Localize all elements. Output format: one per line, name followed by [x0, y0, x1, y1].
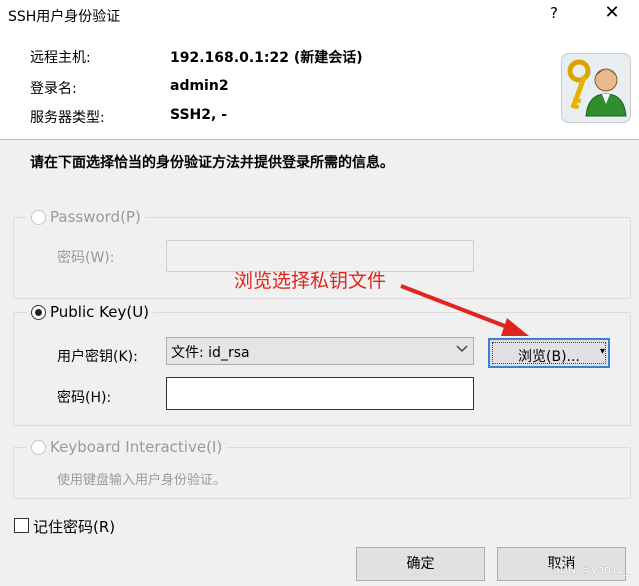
- publickey-radio-label: Public Key(U): [50, 303, 150, 321]
- server-type-label: 服务器类型:: [30, 110, 105, 126]
- ok-button[interactable]: 确定: [356, 547, 485, 581]
- remote-host-label: 远程主机:: [30, 50, 91, 66]
- browse-button-label: 浏览(B)...: [518, 349, 580, 365]
- passphrase-label: 密码(H):: [57, 390, 112, 406]
- password-radio-label: Password(P): [50, 208, 141, 226]
- user-key-label: 用户密钥(K):: [57, 349, 138, 365]
- server-type-value: SSH2, -: [170, 107, 227, 123]
- password-radio-option[interactable]: Password(P): [27, 208, 145, 226]
- password-field-label: 密码(W):: [57, 250, 115, 266]
- close-button[interactable]: ✕: [597, 2, 627, 26]
- keyboard-interactive-radio-label: Keyboard Interactive(I): [50, 438, 223, 456]
- window-title: SSH用户身份验证: [8, 9, 121, 25]
- annotation-text: 浏览选择私钥文件: [234, 270, 387, 292]
- login-name-label: 登录名:: [30, 81, 77, 97]
- remember-password-label: 记住密码(R): [33, 518, 116, 536]
- remote-host-value: 192.168.0.1:22 (新建会话): [170, 50, 363, 66]
- browse-button[interactable]: 浏览(B)... ▾: [488, 338, 610, 368]
- annotation-arrow: [400, 284, 529, 336]
- session-info-panel: 远程主机: 192.168.0.1:22 (新建会话) 登录名: admin2 …: [0, 30, 639, 139]
- header-separator: [0, 139, 639, 140]
- keyboard-interactive-radio[interactable]: [31, 439, 46, 455]
- instruction-text: 请在下面选择恰当的身份验证方法并提供登录所需的信息。: [30, 155, 394, 171]
- keyboard-interactive-description: 使用键盘输入用户身份验证。: [57, 473, 227, 488]
- help-button[interactable]: ?: [550, 4, 558, 22]
- remember-password-checkbox[interactable]: [14, 518, 29, 533]
- key-user-icon: [561, 53, 631, 123]
- user-key-selected-value: 文件: id_rsa: [171, 345, 250, 361]
- publickey-radio[interactable]: [31, 304, 46, 320]
- password-radio[interactable]: [31, 209, 46, 225]
- title-bar: SSH用户身份验证 ? ✕: [0, 0, 639, 30]
- keyboard-interactive-radio-option[interactable]: Keyboard Interactive(I): [27, 438, 227, 456]
- passphrase-input[interactable]: [166, 377, 474, 410]
- watermark-text: CSDN @yao12_: [545, 563, 631, 576]
- publickey-radio-option[interactable]: Public Key(U): [27, 303, 154, 321]
- browse-dropdown-indicator: ▾: [600, 346, 606, 357]
- chevron-down-icon: [456, 345, 468, 353]
- login-name-value: admin2: [170, 78, 229, 94]
